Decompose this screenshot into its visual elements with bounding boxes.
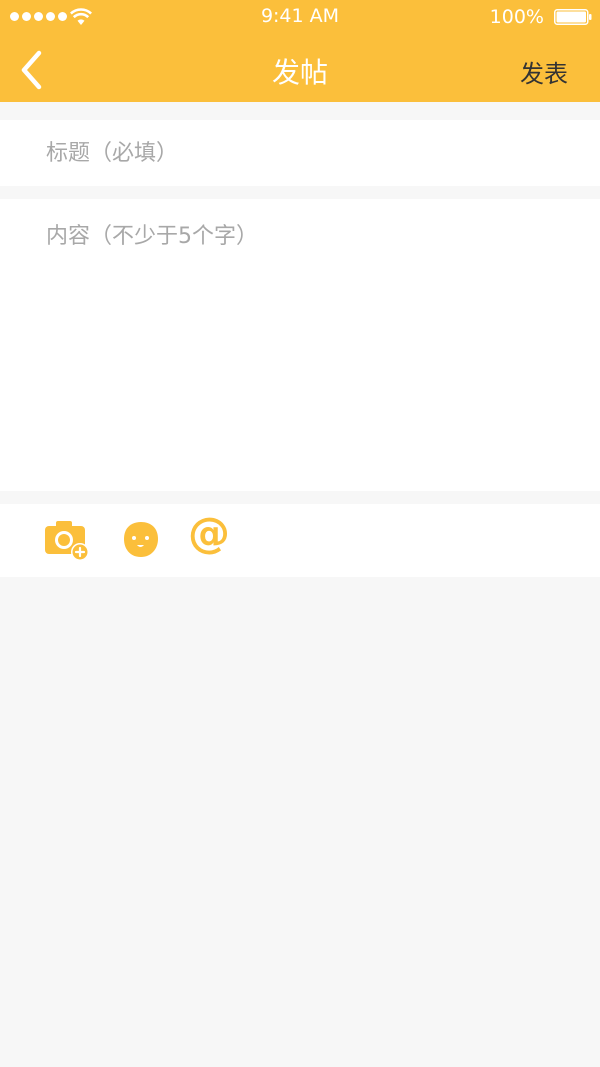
emoji-button[interactable] (120, 518, 166, 562)
content-row (0, 199, 600, 491)
add-photo-button[interactable] (44, 518, 90, 562)
publish-button[interactable]: 发表 (520, 54, 568, 89)
battery-icon (554, 9, 592, 25)
nav-bar: 发帖 发表 (0, 34, 600, 102)
title-row (0, 120, 600, 186)
mention-button[interactable]: @ (188, 512, 234, 562)
app-header: 9:41 AM 100% 发帖 发表 (0, 0, 600, 102)
title-input[interactable] (46, 120, 566, 186)
camera-add-icon (45, 521, 89, 561)
back-button[interactable] (12, 48, 56, 92)
status-bar: 9:41 AM 100% (0, 0, 600, 34)
emoji-icon (124, 522, 158, 557)
at-mention-icon: @ (188, 508, 230, 557)
compose-toolbar: @ (0, 504, 600, 577)
content-textarea[interactable] (46, 221, 566, 471)
post-compose-screen: 9:41 AM 100% 发帖 发表 标题（必填） 内容（不少于5个字） @ (0, 0, 600, 1067)
chevron-left-icon (21, 50, 42, 90)
battery-percent: 100% (489, 6, 544, 28)
page-title: 发帖 (271, 56, 328, 89)
